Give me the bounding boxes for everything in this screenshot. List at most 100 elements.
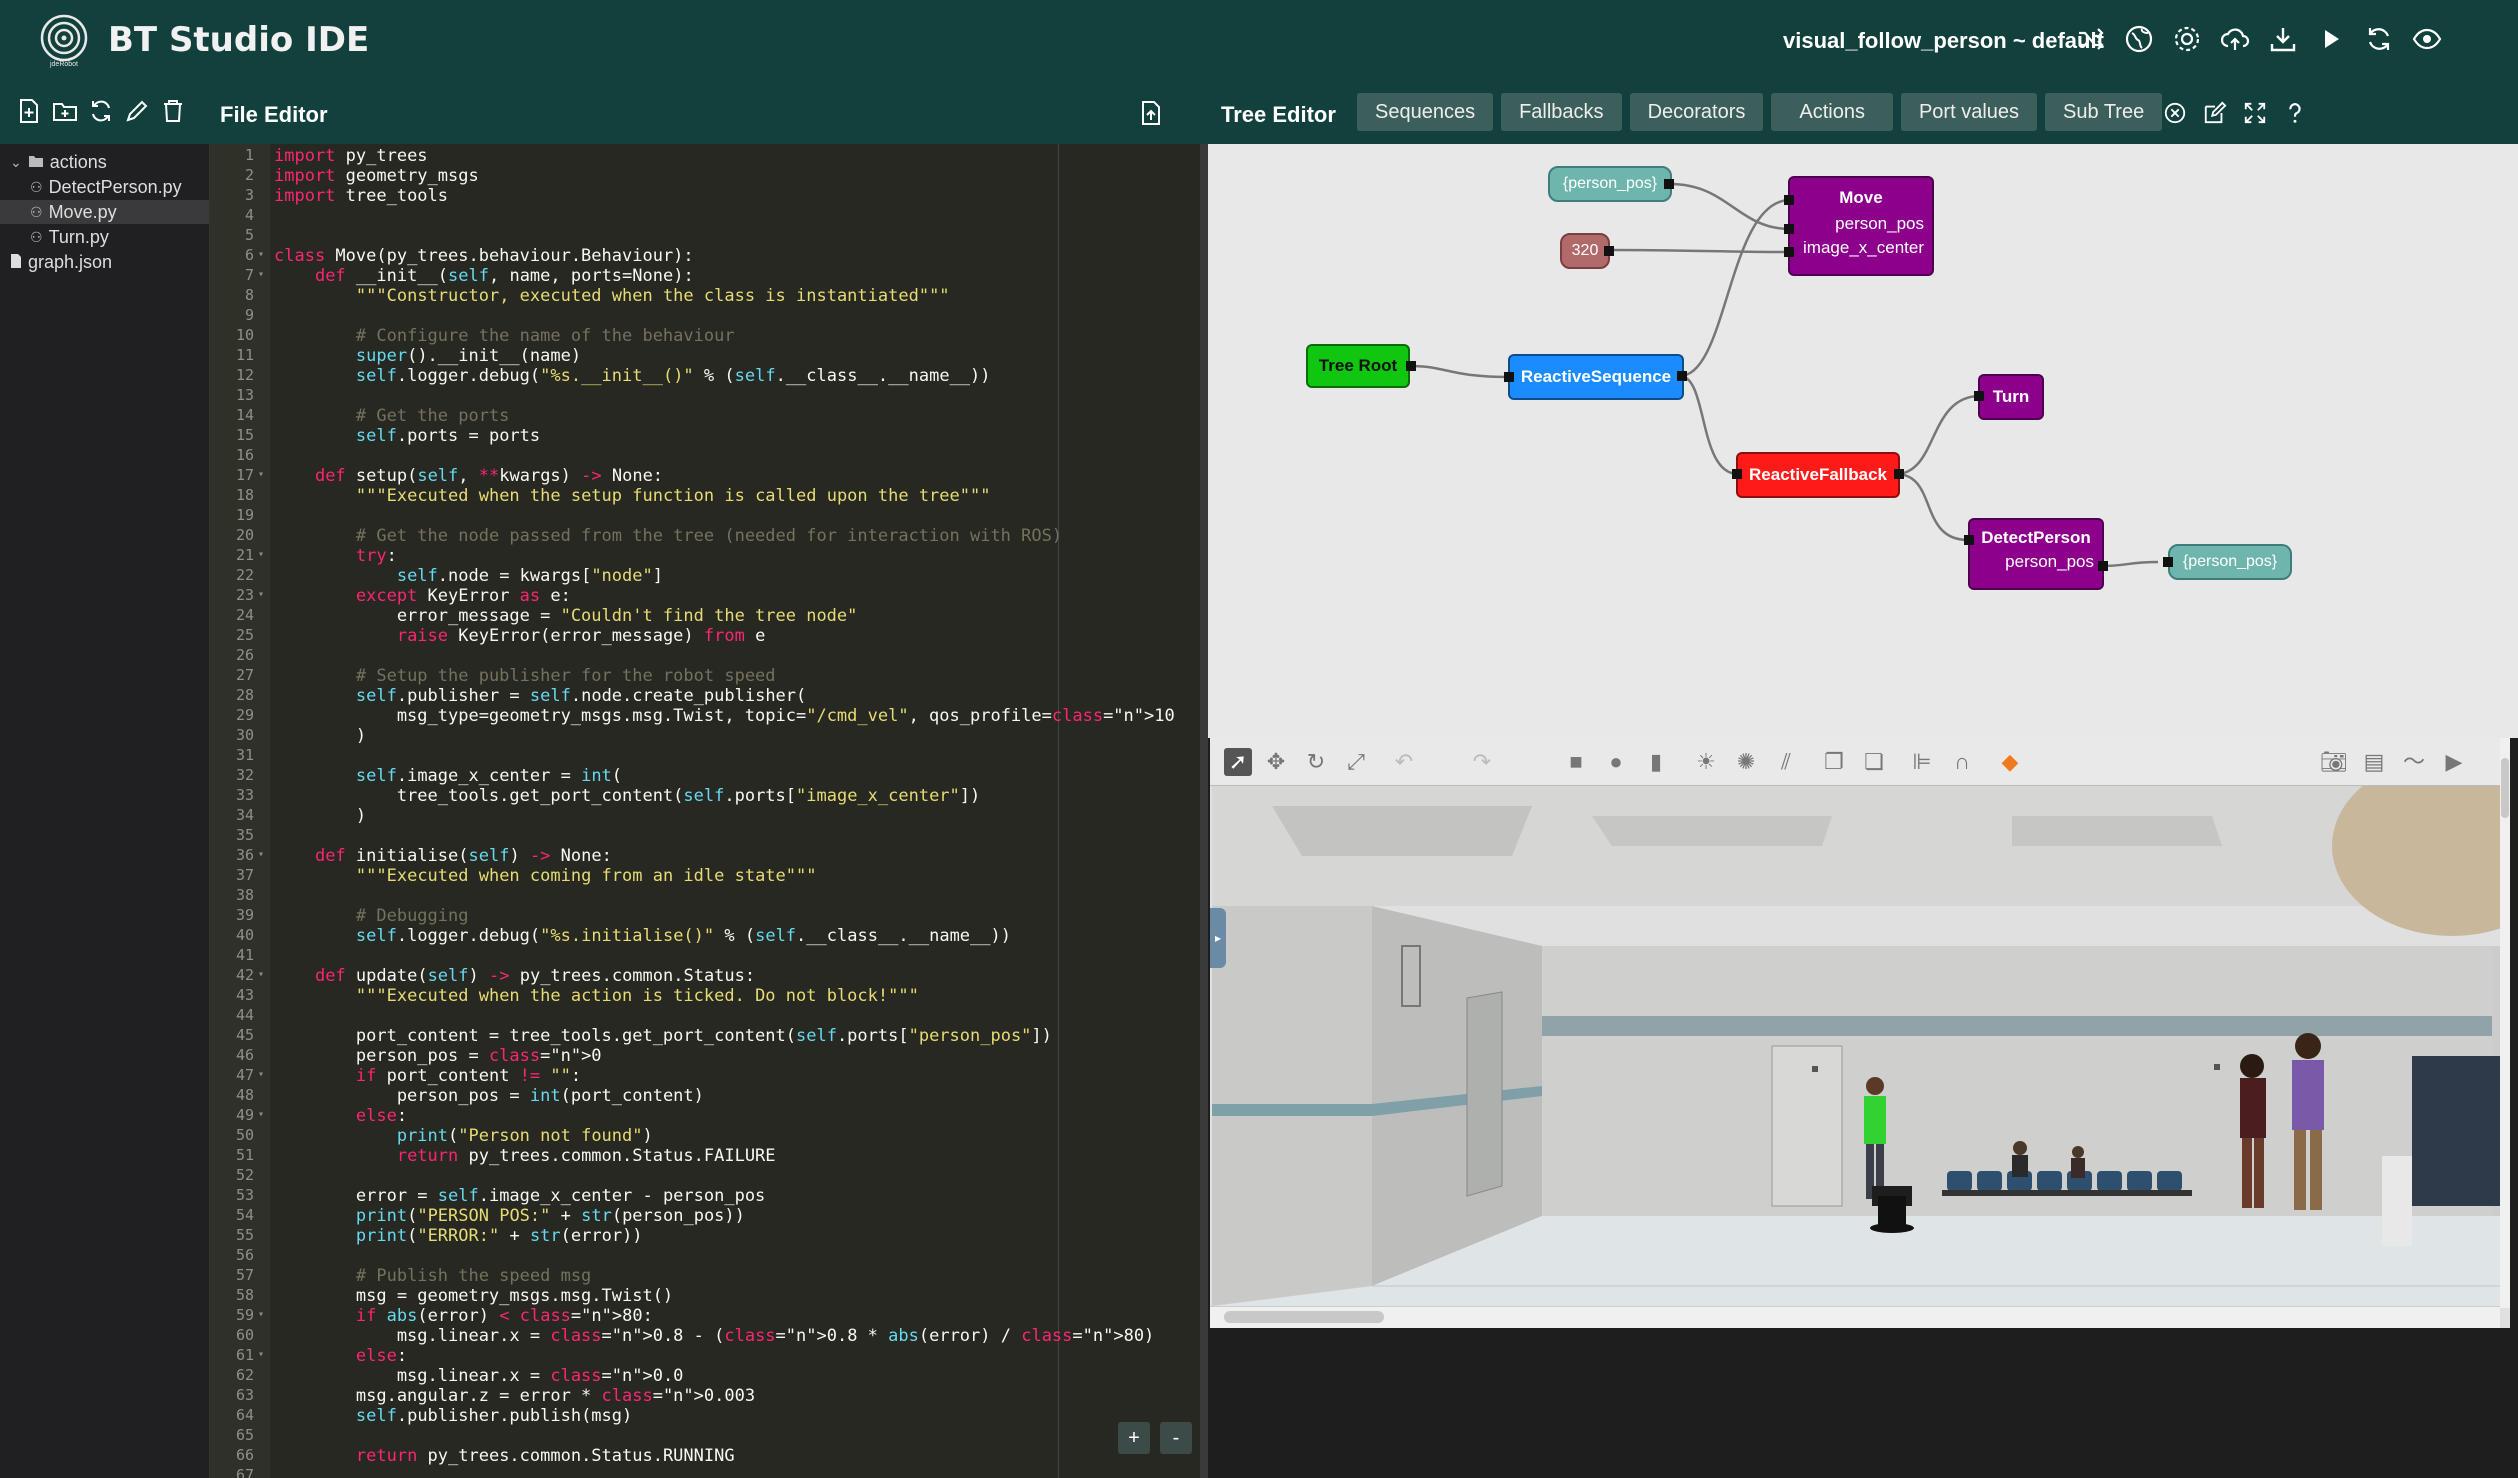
literal-node-320[interactable]: 320 xyxy=(1560,233,1610,269)
spot-light-icon[interactable]: ✺ xyxy=(1732,748,1760,776)
select-tool-icon[interactable]: ➚ xyxy=(1224,748,1252,776)
cloud-upload-icon[interactable] xyxy=(2218,22,2252,56)
translate-tool-icon[interactable]: ✥ xyxy=(1262,748,1290,776)
code-line[interactable]: raise KeyError(error_message) from e xyxy=(274,626,766,646)
code-line[interactable]: """Executed when the setup function is c… xyxy=(274,486,991,506)
project-name[interactable]: visual_follow_person ~ default xyxy=(1783,28,2104,54)
tab-decorators[interactable]: Decorators xyxy=(1629,93,1764,131)
tree-editor-canvas[interactable]: {person_pos} 320 Move person_pos image_x… xyxy=(1208,144,2518,738)
tab-fallbacks[interactable]: Fallbacks xyxy=(1501,93,1622,131)
node-move[interactable]: Move person_pos image_x_center xyxy=(1788,176,1934,276)
scale-tool-icon[interactable]: ⤢ xyxy=(1342,748,1370,776)
vertical-scroll-thumb[interactable] xyxy=(2501,758,2509,818)
port-dot[interactable] xyxy=(1604,246,1614,256)
code-line[interactable]: super().__init__(name) xyxy=(274,346,581,366)
code-line[interactable]: person_pos = int(port_content) xyxy=(274,1086,704,1106)
paste-icon[interactable]: ❏ xyxy=(1860,748,1888,776)
align-icon[interactable]: ⊫ xyxy=(1908,748,1936,776)
code-line[interactable]: msg_type=geometry_msgs.msg.Twist, topic=… xyxy=(274,706,1175,726)
code-line[interactable]: """Executed when the action is ticked. D… xyxy=(274,986,919,1006)
code-line[interactable]: class Move(py_trees.behaviour.Behaviour)… xyxy=(274,246,694,266)
code-line[interactable]: return py_trees.common.Status.FAILURE xyxy=(274,1146,776,1166)
refresh-files-icon[interactable] xyxy=(88,98,114,124)
node-tree-root[interactable]: Tree Root xyxy=(1306,344,1410,388)
port-dot[interactable] xyxy=(1974,391,1984,401)
fold-toggle-icon[interactable]: ▾ xyxy=(258,1109,264,1120)
fold-toggle-icon[interactable]: ▾ xyxy=(258,589,264,600)
code-line[interactable]: # Configure the name of the behaviour xyxy=(274,326,735,346)
code-line[interactable]: self.publisher = self.node.create_publis… xyxy=(274,686,806,706)
code-line[interactable]: tree_tools.get_port_content(self.ports["… xyxy=(274,786,980,806)
port-dot[interactable] xyxy=(2098,561,2108,571)
port-dot[interactable] xyxy=(1784,247,1794,257)
settings-icon[interactable] xyxy=(2170,22,2204,56)
code-line[interactable]: else: xyxy=(274,1106,407,1126)
tree-file-turn[interactable]: ⚇ Turn.py xyxy=(30,225,109,249)
blackboard-node-person-pos-in[interactable]: {person_pos} xyxy=(1548,166,1672,202)
fold-toggle-icon[interactable]: ▾ xyxy=(258,1069,264,1080)
side-panel-toggle[interactable]: ▸ xyxy=(1210,908,1226,968)
code-line[interactable]: msg.angular.z = error * class="n">0.003 xyxy=(274,1386,755,1406)
tree-file-detectperson[interactable]: ⚇ DetectPerson.py xyxy=(30,175,182,199)
code-editor[interactable]: 1 2 3 4 5 6 ▾ 7 ▾ 8 9 10 11 12 13 14 15 16 17 ▾ 18 19 20 21 ▾ 22 2… xyxy=(210,144,1205,1478)
port-dot[interactable] xyxy=(1784,195,1794,205)
copy-icon[interactable]: ❐ xyxy=(1820,748,1848,776)
fold-toggle-icon[interactable]: ▾ xyxy=(258,549,264,560)
redo-icon[interactable]: ↷ xyxy=(1468,748,1496,776)
code-line[interactable]: self.publisher.publish(msg) xyxy=(274,1406,632,1426)
tab-sequences[interactable]: Sequences xyxy=(1357,93,1494,131)
rename-icon[interactable] xyxy=(124,98,150,124)
port-dot[interactable] xyxy=(1784,224,1794,234)
code-line[interactable]: msg.linear.x = class="n">0.0 xyxy=(274,1366,684,1386)
globe-icon[interactable] xyxy=(2122,22,2156,56)
code-line[interactable]: if abs(error) < class="n">80: xyxy=(274,1306,653,1326)
edit-icon[interactable] xyxy=(2202,100,2228,126)
snap-icon[interactable]: ∩ xyxy=(1948,748,1976,776)
code-line[interactable]: # Setup the publisher for the robot spee… xyxy=(274,666,776,686)
fold-toggle-icon[interactable]: ▾ xyxy=(258,249,264,260)
code-line[interactable]: msg = geometry_msgs.msg.Twist() xyxy=(274,1286,673,1306)
code-line[interactable]: try: xyxy=(274,546,397,566)
new-folder-icon[interactable] xyxy=(52,98,78,124)
upload-file-icon[interactable] xyxy=(1138,100,1164,126)
shuffle-icon[interactable] xyxy=(2074,22,2108,56)
code-line[interactable]: print("ERROR:" + str(error)) xyxy=(274,1226,643,1246)
node-reactive-sequence[interactable]: ReactiveSequence xyxy=(1508,354,1684,400)
code-line[interactable]: port_content = tree_tools.get_port_conte… xyxy=(274,1026,1052,1046)
tab-actions[interactable]: Actions xyxy=(1771,93,1893,131)
port-dot[interactable] xyxy=(1964,535,1974,545)
box-shape-icon[interactable]: ■ xyxy=(1562,748,1590,776)
tab-sub-tree[interactable]: Sub Tree xyxy=(2045,93,2163,131)
code-line[interactable]: error_message = "Couldn't find the tree … xyxy=(274,606,858,626)
port-dot[interactable] xyxy=(1406,361,1416,371)
port-dot[interactable] xyxy=(1677,371,1687,381)
code-line[interactable]: # Get the node passed from the tree (nee… xyxy=(274,526,1062,546)
node-reactive-fallback[interactable]: ReactiveFallback xyxy=(1736,452,1900,498)
fold-toggle-icon[interactable]: ▾ xyxy=(258,469,264,480)
code-line[interactable]: else: xyxy=(274,1346,407,1366)
point-light-icon[interactable]: ☀ xyxy=(1692,748,1720,776)
code-line[interactable]: self.node = kwargs["node"] xyxy=(274,566,663,586)
tab-port-values[interactable]: Port values xyxy=(1900,93,2038,131)
code-line[interactable]: self.logger.debug("%s.initialise()" % (s… xyxy=(274,926,1011,946)
fullscreen-icon[interactable] xyxy=(2242,100,2268,126)
node-turn[interactable]: Turn xyxy=(1978,374,2044,420)
fold-toggle-icon[interactable]: ▾ xyxy=(258,849,264,860)
eye-icon[interactable] xyxy=(2410,22,2444,56)
play-icon[interactable] xyxy=(2314,22,2348,56)
horizontal-scrollbar[interactable] xyxy=(1210,1306,2500,1328)
code-line[interactable]: def setup(self, **kwargs) -> None: xyxy=(274,466,663,486)
fold-toggle-icon[interactable]: ▾ xyxy=(258,1309,264,1320)
code-line[interactable]: # Publish the speed msg xyxy=(274,1266,591,1286)
port-dot[interactable] xyxy=(2163,557,2173,567)
rotate-tool-icon[interactable]: ↻ xyxy=(1302,748,1330,776)
code-line[interactable]: """Constructor, executed when the class … xyxy=(274,286,950,306)
blackboard-node-person-pos-out[interactable]: {person_pos} xyxy=(2168,544,2292,580)
zoom-out-button[interactable]: - xyxy=(1160,1422,1192,1454)
code-line[interactable]: self.image_x_center = int( xyxy=(274,766,622,786)
close-circle-icon[interactable] xyxy=(2162,100,2188,126)
code-line[interactable]: print("PERSON POS:" + str(person_pos)) xyxy=(274,1206,745,1226)
port-dot[interactable] xyxy=(1894,469,1904,479)
code-line[interactable]: """Executed when coming from an idle sta… xyxy=(274,866,817,886)
simulation-viewer[interactable]: ➚ ✥ ↻ ⤢ ↶ ↷ ■ ● ▮ ☀ ✺ ⫽ ❐ ❏ ⊫ ∩ ◆ 📷︎ ▤ 〜… xyxy=(1210,738,2510,1328)
